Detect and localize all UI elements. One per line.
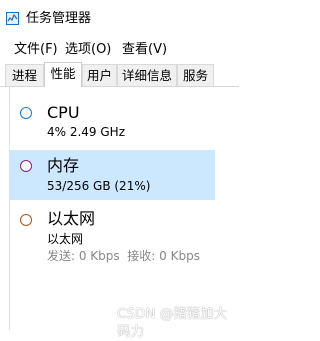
cpu-graph-icon	[20, 107, 32, 119]
cpu-label: CPU	[47, 103, 80, 122]
menu-view[interactable]: 查看(V)	[121, 38, 168, 62]
memory-label: 内存	[47, 156, 80, 175]
cpu-detail: 4% 2.49 GHz	[47, 125, 126, 139]
memory-graph-icon	[20, 160, 32, 172]
resource-ethernet[interactable]: 以太网 以太网 发送: 0 Kbps 接收: 0 Kbps	[10, 202, 215, 270]
tab-performance[interactable]: 性能	[44, 62, 82, 87]
ethernet-throughput: 发送: 0 Kbps 接收: 0 Kbps	[47, 249, 200, 263]
menu-bar: 文件(F) 选项(O) 查看(V)	[0, 38, 239, 62]
ethernet-adapter-name: 以太网	[47, 232, 84, 246]
tab-bar: 进程 性能 用户 详细信息 服务	[0, 62, 239, 87]
resource-memory[interactable]: 内存 53/256 GB (21%)	[10, 150, 215, 200]
ethernet-graph-icon	[20, 214, 32, 226]
window-title: 任务管理器	[26, 11, 92, 26]
task-manager-app-icon	[6, 12, 19, 25]
menu-file[interactable]: 文件(F)	[13, 38, 59, 62]
tab-details[interactable]: 详细信息	[117, 64, 177, 86]
memory-detail: 53/256 GB (21%)	[47, 179, 151, 193]
ethernet-label: 以太网	[47, 209, 96, 228]
tab-services[interactable]: 服务	[177, 64, 214, 86]
resource-cpu[interactable]: CPU 4% 2.49 GHz	[10, 98, 215, 146]
tab-processes[interactable]: 进程	[5, 64, 44, 86]
tab-users[interactable]: 用户	[82, 64, 117, 86]
title-bar[interactable]: 任务管理器	[0, 0, 239, 38]
watermark: CSDN @猪猪加大码力	[117, 306, 228, 340]
menu-options[interactable]: 选项(O)	[64, 38, 112, 62]
